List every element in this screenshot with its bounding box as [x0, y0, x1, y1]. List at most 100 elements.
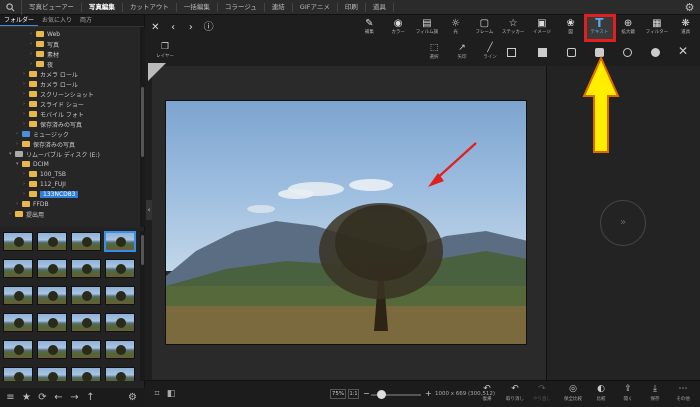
subtool-select[interactable]: ⬚ 選択 [420, 41, 448, 65]
menu-item[interactable]: 一括編集 [177, 2, 218, 12]
close-icon[interactable]: ✕ [676, 44, 690, 58]
folder-tab[interactable]: フォルダー [0, 15, 39, 26]
tree-item[interactable]: › 100_TSB [23, 169, 66, 179]
thumbnail[interactable] [105, 286, 135, 305]
thumbnail[interactable] [3, 340, 33, 359]
info-icon[interactable]: ⓘ [202, 21, 215, 34]
view-icon[interactable]: ◧ [165, 388, 177, 400]
thumbnail[interactable] [71, 340, 101, 359]
thumbnail[interactable] [71, 313, 101, 332]
zoom-in-icon[interactable]: + [425, 389, 432, 398]
thumbnail[interactable] [3, 367, 33, 381]
thumbnail[interactable] [71, 259, 101, 278]
open-button[interactable]: ⇪ 開く [616, 383, 640, 407]
menu-item[interactable]: 連結 [265, 2, 293, 12]
photo[interactable] [165, 100, 527, 345]
close-icon[interactable]: ✕ [149, 21, 162, 34]
thumbnail[interactable] [37, 340, 67, 359]
thumbnail[interactable] [104, 231, 136, 252]
thumbnail[interactable] [105, 313, 135, 332]
tree-item[interactable]: › FFDB [16, 199, 49, 209]
compare-button[interactable]: ◐ 比較 [589, 383, 613, 407]
circle-filled-icon[interactable] [651, 48, 660, 57]
compare-original-button[interactable]: ◎ 保全比較 [561, 383, 585, 407]
gear-icon[interactable]: ⚙ [683, 1, 696, 14]
tree-item[interactable]: › 保存済みの写真 [16, 139, 75, 149]
chevron-right-icon[interactable]: › [185, 21, 198, 34]
menu-item[interactable]: コラージュ [218, 2, 265, 12]
tree-item[interactable]: › Web [30, 29, 60, 39]
arrow-up-icon[interactable]: ↑ [84, 391, 97, 404]
thumbnail[interactable] [3, 232, 33, 251]
thumbnail[interactable] [3, 286, 33, 305]
thumbnail[interactable] [37, 286, 67, 305]
thumbnail[interactable] [37, 367, 67, 381]
menu-item[interactable]: 道具 [366, 2, 394, 12]
refresh-icon[interactable]: ⟳ [36, 391, 49, 404]
menu-icon[interactable]: ≡ [4, 391, 17, 404]
redo-button[interactable]: ↷ やり直し [530, 383, 554, 407]
tree-item[interactable]: › カメラ ロール [23, 69, 78, 79]
menu-item[interactable]: GIFアニメ [293, 2, 338, 12]
crop-icon[interactable]: ⌗ [151, 388, 163, 400]
tree-item[interactable]: ▾ DCIM [16, 159, 49, 169]
thumbnail[interactable] [105, 340, 135, 359]
tool-zoom[interactable]: ⊕ 拡大鏡 [614, 15, 643, 41]
zoom-slider-knob[interactable] [377, 390, 386, 399]
actual-size-button[interactable]: 1:1 [348, 389, 359, 399]
tool-image[interactable]: ▣ イメージ [528, 15, 557, 41]
undo-button[interactable]: ↶ 取り消し [503, 383, 527, 407]
square-outline-icon[interactable] [507, 48, 516, 57]
tool-sticker[interactable]: ☆ ステッカー [499, 15, 528, 41]
tree-item[interactable]: › 112_FUJI [23, 179, 66, 189]
menu-item[interactable]: 写真編集 [82, 2, 123, 12]
square-filled-icon[interactable] [538, 48, 547, 57]
thumbnail[interactable] [105, 367, 135, 381]
thumbnail[interactable] [71, 367, 101, 381]
tool-vignette[interactable]: ◉ カラー [384, 15, 413, 41]
tool-film[interactable]: ▤ フィルム調 [413, 15, 442, 41]
star-icon[interactable]: ★ [20, 391, 33, 404]
save-button[interactable]: ⤓ 保存 [643, 383, 667, 407]
tree-item[interactable]: ▾ リムーバブル ディスク (E:) [9, 149, 100, 159]
tree-item[interactable]: › モバイル フォト [23, 109, 84, 119]
tree-item[interactable]: › 写真 [30, 39, 59, 49]
scrollbar-thumb[interactable] [141, 235, 144, 265]
arrow-left-icon[interactable]: ← [52, 391, 65, 404]
thumbnail[interactable] [37, 259, 67, 278]
thumbnail[interactable] [3, 259, 33, 278]
thumbnail[interactable] [37, 232, 67, 251]
circle-outline-icon[interactable] [623, 48, 632, 57]
chevron-left-icon[interactable]: ‹ [167, 21, 180, 34]
menu-item[interactable]: 写真ビューアー [22, 2, 82, 12]
zoom-level[interactable]: 75% [330, 389, 346, 399]
gear-icon[interactable]: ⚙ [126, 391, 139, 404]
thumbnail[interactable] [105, 259, 135, 278]
tree-item[interactable]: › カメラ ロール [23, 79, 78, 89]
thumbnail[interactable] [37, 313, 67, 332]
tree-item[interactable]: › 素材 [30, 49, 59, 59]
subtool-line[interactable]: ╱ ライン [476, 41, 504, 65]
tool-frame[interactable]: ▢ フレーム [470, 15, 499, 41]
tree-scrollbar[interactable] [140, 27, 145, 227]
tree-item[interactable]: › スクリーンショット [23, 89, 94, 99]
scrollbar-thumb[interactable] [141, 87, 144, 157]
subtool-arrow[interactable]: ↗ 矢印 [448, 41, 476, 65]
search-icon[interactable] [0, 0, 22, 15]
thumbnail[interactable] [71, 232, 101, 251]
tool-light[interactable]: ☼ 光 [441, 15, 470, 41]
thumbnail[interactable] [3, 313, 33, 332]
tree-item[interactable]: › ミュージック [16, 129, 69, 139]
menu-item[interactable]: 印刷 [338, 2, 366, 12]
folder-tab[interactable]: お気に入り [38, 15, 76, 26]
more-button[interactable]: ⋯ その他 [671, 383, 695, 407]
arrow-right-icon[interactable]: → [68, 391, 81, 404]
thumbnail-scrollbar[interactable] [140, 231, 145, 381]
tool-mosaic[interactable]: ❀ 図 [556, 15, 585, 41]
tree-item[interactable]: › スライド ショー [23, 99, 84, 109]
thumbnail[interactable] [71, 286, 101, 305]
rounded-rect-outline-icon[interactable] [567, 48, 576, 57]
menu-item[interactable]: カットアウト [123, 2, 177, 12]
tool-clone[interactable]: ❋ 道具 [671, 15, 700, 41]
tree-item[interactable]: › 133NCD83 [23, 189, 79, 199]
